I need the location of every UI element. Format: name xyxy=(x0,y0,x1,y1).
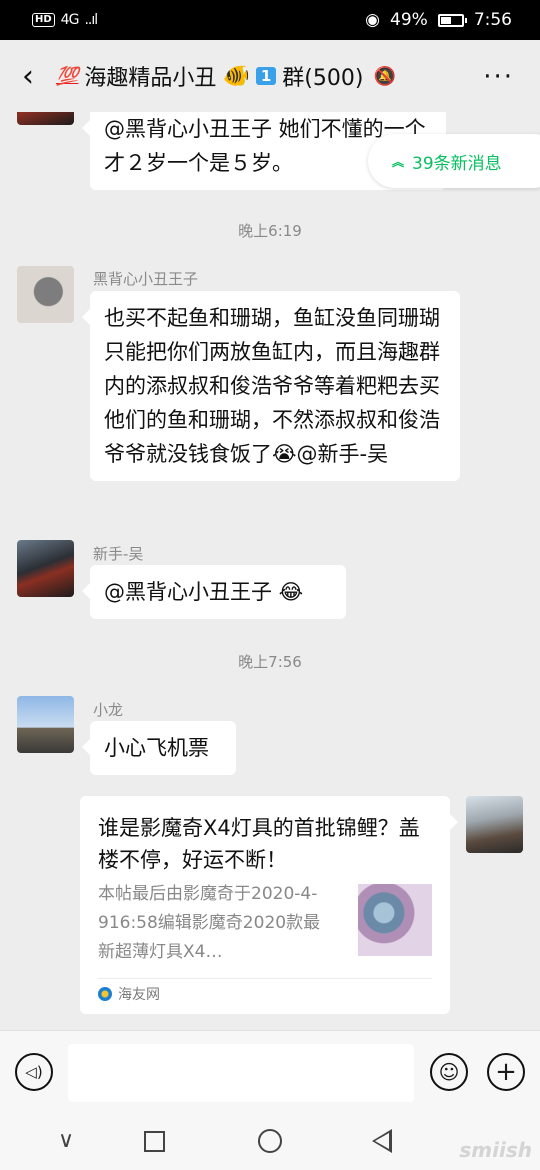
keycap-one-icon: 1 xyxy=(255,67,277,85)
new-messages-button[interactable]: ︽ 39条新消息 xyxy=(368,134,540,188)
network-label: 4G xyxy=(60,12,80,28)
card-description: 本帖最后由影魔奇于2020-4-916:58编辑影魔奇2020款最新超薄灯具X4… xyxy=(98,884,321,962)
avatar[interactable] xyxy=(17,112,74,125)
avatar[interactable] xyxy=(17,540,74,597)
status-left: HD 4G ..ıl xyxy=(32,12,98,28)
watermark: smiish xyxy=(459,1138,532,1162)
clock: 7:56 xyxy=(473,10,512,30)
card-thumbnail xyxy=(358,884,432,956)
recent-apps-icon[interactable] xyxy=(144,1131,165,1152)
eye-icon: ◉ xyxy=(365,10,381,30)
more-options-icon[interactable]: ··· xyxy=(483,62,514,92)
message-bubble[interactable]: 小心飞机票 xyxy=(82,721,236,775)
nav-back-icon[interactable] xyxy=(372,1129,392,1153)
battery-percent: 49% xyxy=(390,10,428,30)
message-bubble[interactable]: 也买不起鱼和珊瑚，鱼缸没鱼同珊瑚只能把你们两放鱼缸内，而且海趣群内的添叔叔和俊浩… xyxy=(82,291,460,481)
my-avatar[interactable] xyxy=(466,796,523,853)
message-input[interactable] xyxy=(68,1044,414,1102)
page-title: 💯 海趣精品小丑 🐠 1 群(500) 🔕 xyxy=(56,60,396,92)
card-source-name: 海友网 xyxy=(118,987,160,1003)
timestamp: 晚上7:56 xyxy=(238,653,302,671)
hd-icon: HD xyxy=(32,13,55,27)
home-icon[interactable] xyxy=(258,1129,282,1153)
emoji-icon[interactable]: ☺ xyxy=(430,1053,468,1091)
chat-header: ‹ 💯 海趣精品小丑 🐠 1 群(500) 🔕 ··· xyxy=(0,40,540,112)
status-bar: HD 4G ..ıl ◉ 49% 7:56 xyxy=(0,0,540,40)
timestamp: 晚上6:19 xyxy=(238,222,302,240)
sender-name: 小龙 xyxy=(93,701,124,719)
source-logo-icon xyxy=(98,987,112,1001)
avatar[interactable] xyxy=(17,266,74,323)
chevron-up-icon: ︽ xyxy=(392,154,405,169)
battery-fill xyxy=(440,16,451,24)
card-source: 海友网 xyxy=(98,984,160,1004)
group-member-count: 群(500) xyxy=(282,66,364,91)
link-card[interactable]: 谁是影魔奇X4灯具的首批锦鲤？盖楼不停，好运不断！ 本帖最后由影魔奇于2020-… xyxy=(80,796,458,1014)
group-name: 海趣精品小丑 xyxy=(84,66,217,91)
hundred-points-icon: 💯 xyxy=(56,65,79,87)
new-messages-label: 39条新消息 xyxy=(412,153,502,174)
fish-icon: 🐠 xyxy=(222,63,250,89)
signal-icon: ..ıl xyxy=(84,12,98,28)
card-divider xyxy=(98,978,432,979)
plus-icon[interactable]: + xyxy=(487,1053,525,1091)
card-title: 谁是影魔奇X4灯具的首批锦鲤？盖楼不停，好运不断！ xyxy=(98,816,420,872)
voice-input-icon[interactable]: ◁) xyxy=(15,1053,53,1091)
battery-icon xyxy=(437,13,467,27)
avatar[interactable] xyxy=(17,696,74,753)
input-bar: ◁) ☺ + xyxy=(0,1030,540,1114)
system-nav-bar: ∨ smiish xyxy=(0,1114,540,1170)
back-icon[interactable]: ‹ xyxy=(0,59,56,94)
mute-bell-icon: 🔕 xyxy=(373,65,396,87)
sender-name: 新手-吴 xyxy=(93,545,144,563)
status-right: ◉ 49% 7:56 xyxy=(365,10,512,30)
message-bubble[interactable]: @黑背心小丑王子 😂 xyxy=(82,565,346,619)
message-list[interactable]: @黑背心小丑王子 她们不懂的一个才２岁一个是５岁。 ︽ 39条新消息 晚上6:1… xyxy=(0,112,540,1030)
sender-name: 黑背心小丑王子 xyxy=(93,270,199,288)
nav-down-icon[interactable]: ∨ xyxy=(58,1128,74,1153)
